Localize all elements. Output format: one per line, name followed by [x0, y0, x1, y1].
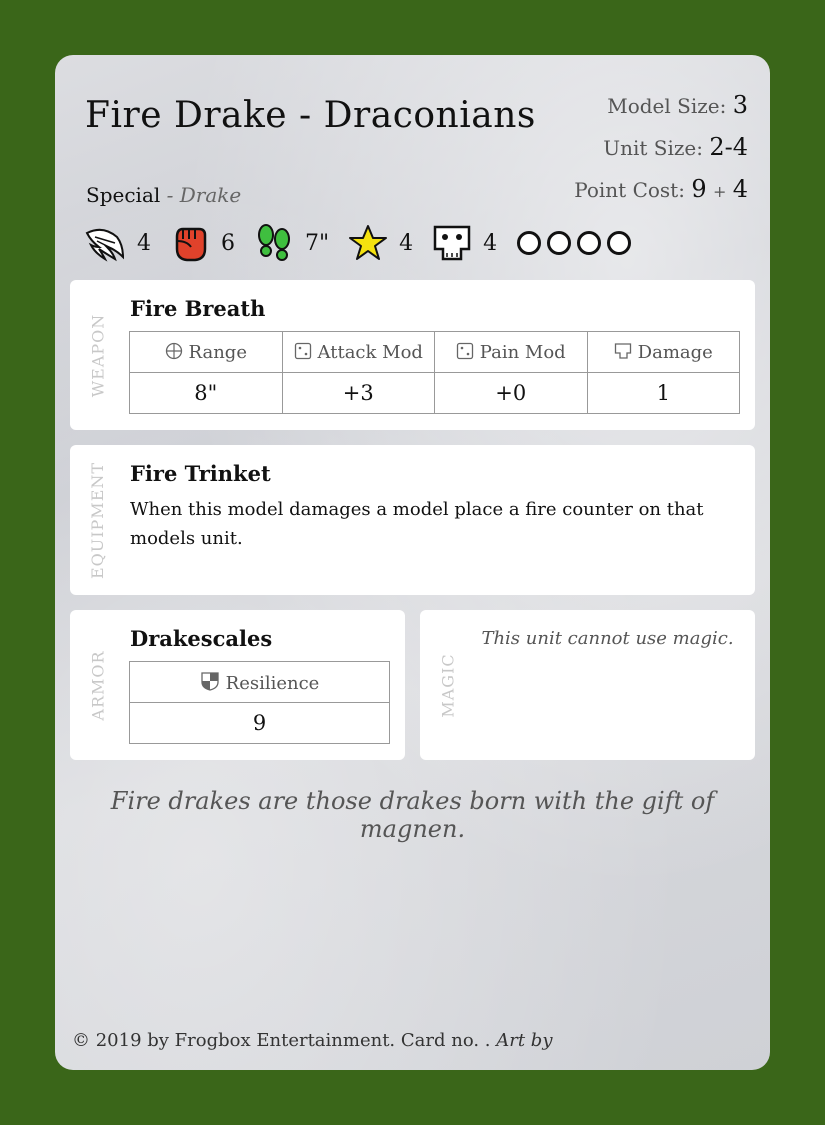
- magic-side-label: MAGIC: [438, 652, 458, 718]
- card-title: Fire Drake - Draconians: [85, 95, 536, 136]
- magic-panel: MAGIC This unit cannot use magic.: [420, 610, 755, 760]
- fist-icon: [175, 227, 207, 262]
- weapon-header-range: Range: [129, 331, 283, 373]
- weapon-header-pain-mod: Pain Mod: [434, 331, 588, 373]
- card-footer: © 2019 by Frogbox Entertainment. Card no…: [72, 1030, 552, 1051]
- weapon-pain-mod-value: +0: [434, 372, 588, 414]
- weapon-damage-value: 1: [586, 372, 740, 414]
- armor-resilience-value: 9: [129, 702, 390, 744]
- unit-stats: Model Size: 3 Unit Size: 2-4 Point Cost:…: [574, 85, 748, 212]
- art-credit: Art by: [496, 1030, 553, 1051]
- armor-header-resilience: Resilience: [129, 661, 390, 703]
- skull-icon: [433, 225, 471, 261]
- footprints-icon: [258, 224, 290, 261]
- attribute-row: 4 6 7" 4 4: [85, 223, 637, 263]
- wound-circle[interactable]: [577, 231, 602, 255]
- wing-icon: [85, 228, 125, 262]
- wound-circle[interactable]: [517, 231, 542, 255]
- point-cost-base: 9: [691, 175, 707, 203]
- die-icon: [456, 342, 473, 359]
- special-type: Special - Drake: [86, 183, 242, 207]
- weapon-header-attack-mod: Attack Mod: [281, 331, 435, 373]
- flavor-text: Fire drakes are those drakes born with t…: [110, 787, 715, 843]
- attribute-speed: 4: [85, 223, 151, 263]
- magic-text: This unit cannot use magic.: [481, 628, 734, 649]
- weapon-header-damage: Damage: [586, 331, 740, 373]
- attribute-morale: 4: [347, 223, 413, 263]
- skull-icon: [614, 342, 631, 359]
- point-cost: Point Cost: 9 + 4: [574, 175, 748, 203]
- weapon-stats-table: Range Attack Mod Pain Mod Damage 8" +3 +…: [129, 331, 740, 414]
- point-cost-extra: 4: [732, 175, 748, 203]
- model-size: Model Size: 3: [607, 91, 748, 119]
- weapon-panel: WEAPON Fire Breath Range Attack Mod Pain…: [70, 280, 755, 430]
- unit-size-value: 2-4: [709, 133, 748, 161]
- weapon-range-value: 8": [129, 372, 283, 414]
- star-icon: [349, 225, 388, 260]
- armor-stats-table: Resilience 9: [129, 661, 390, 744]
- copyright-text: © 2019 by Frogbox Entertainment. Card no…: [72, 1030, 497, 1051]
- wound-circle[interactable]: [607, 231, 632, 255]
- armor-panel: ARMOR Drakescales Resilience 9: [70, 610, 405, 760]
- weapon-name: Fire Breath: [130, 296, 266, 321]
- wound-circle[interactable]: [547, 231, 572, 255]
- equipment-name: Fire Trinket: [130, 461, 271, 486]
- weapon-side-label: WEAPON: [88, 313, 108, 397]
- crosshair-icon: [165, 342, 182, 359]
- attribute-move: 7": [253, 223, 329, 263]
- attribute-health: 4: [431, 223, 497, 263]
- weapon-attack-mod-value: +3: [281, 372, 435, 414]
- die-icon: [294, 342, 311, 359]
- unit-card: Fire Drake - Draconians Model Size: 3 Un…: [55, 55, 770, 1070]
- equipment-side-label: EQUIPMENT: [88, 461, 108, 579]
- shield-icon: [200, 671, 219, 691]
- model-size-value: 3: [732, 91, 748, 119]
- equipment-description: When this model damages a model place a …: [130, 499, 704, 549]
- attribute-attack: 6: [169, 223, 235, 263]
- armor-side-label: ARMOR: [88, 649, 108, 721]
- armor-name: Drakescales: [130, 626, 273, 651]
- unit-size: Unit Size: 2-4: [603, 133, 748, 161]
- equipment-panel: EQUIPMENT Fire Trinket When this model d…: [70, 445, 755, 595]
- wound-tracker[interactable]: [517, 231, 637, 255]
